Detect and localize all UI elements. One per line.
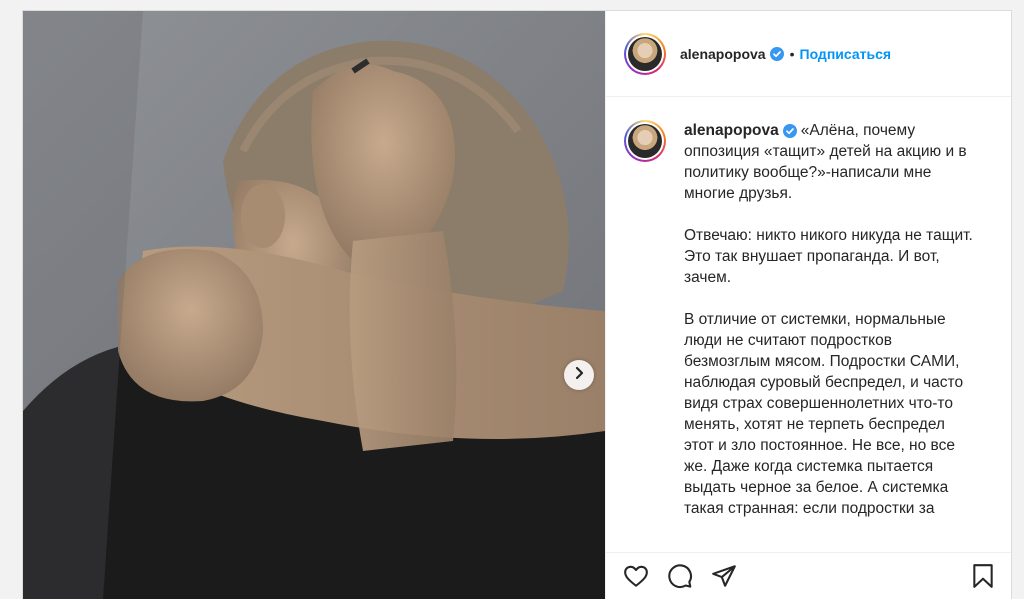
post-header: alenapopova • Подписаться — [606, 11, 1011, 97]
post-photo — [23, 11, 605, 599]
caption-paragraph-3: В отличие от системки, нормальные люди н… — [684, 311, 964, 517]
paper-plane-icon — [712, 565, 736, 587]
avatar-image — [628, 124, 662, 158]
bookmark-icon — [973, 564, 993, 588]
post-media — [23, 11, 605, 599]
post-dialog: alenapopova • Подписаться alenapopova «А… — [22, 10, 1012, 599]
caption-avatar[interactable] — [624, 120, 666, 162]
verified-badge-icon — [782, 123, 797, 138]
author-username[interactable]: alenapopova — [680, 46, 766, 62]
follow-button[interactable]: Подписаться — [800, 46, 892, 62]
post-actions — [606, 552, 1011, 599]
save-button[interactable] — [969, 562, 997, 590]
comment-button[interactable] — [666, 562, 694, 590]
caption-paragraph-2: Отвечаю: никто никого никуда не тащит. Э… — [684, 227, 973, 286]
verified-badge-icon — [769, 46, 784, 61]
like-button[interactable] — [622, 562, 650, 590]
caption-text: alenapopova «Алёна, почему оппозиция «та… — [684, 120, 974, 540]
avatar-image — [628, 36, 662, 71]
heart-icon — [624, 565, 648, 587]
author-avatar[interactable] — [624, 32, 666, 75]
share-button[interactable] — [710, 562, 738, 590]
post-side-panel: alenapopova • Подписаться alenapopova «А… — [605, 11, 1011, 599]
caption-scroll-area[interactable]: alenapopova «Алёна, почему оппозиция «та… — [606, 98, 1011, 599]
caption-username[interactable]: alenapopova — [684, 122, 779, 139]
next-photo-button[interactable] — [564, 360, 594, 390]
caption: alenapopova «Алёна, почему оппозиция «та… — [624, 120, 995, 540]
separator-dot: • — [789, 45, 795, 62]
comment-icon — [668, 564, 692, 589]
chevron-right-icon — [572, 366, 586, 385]
